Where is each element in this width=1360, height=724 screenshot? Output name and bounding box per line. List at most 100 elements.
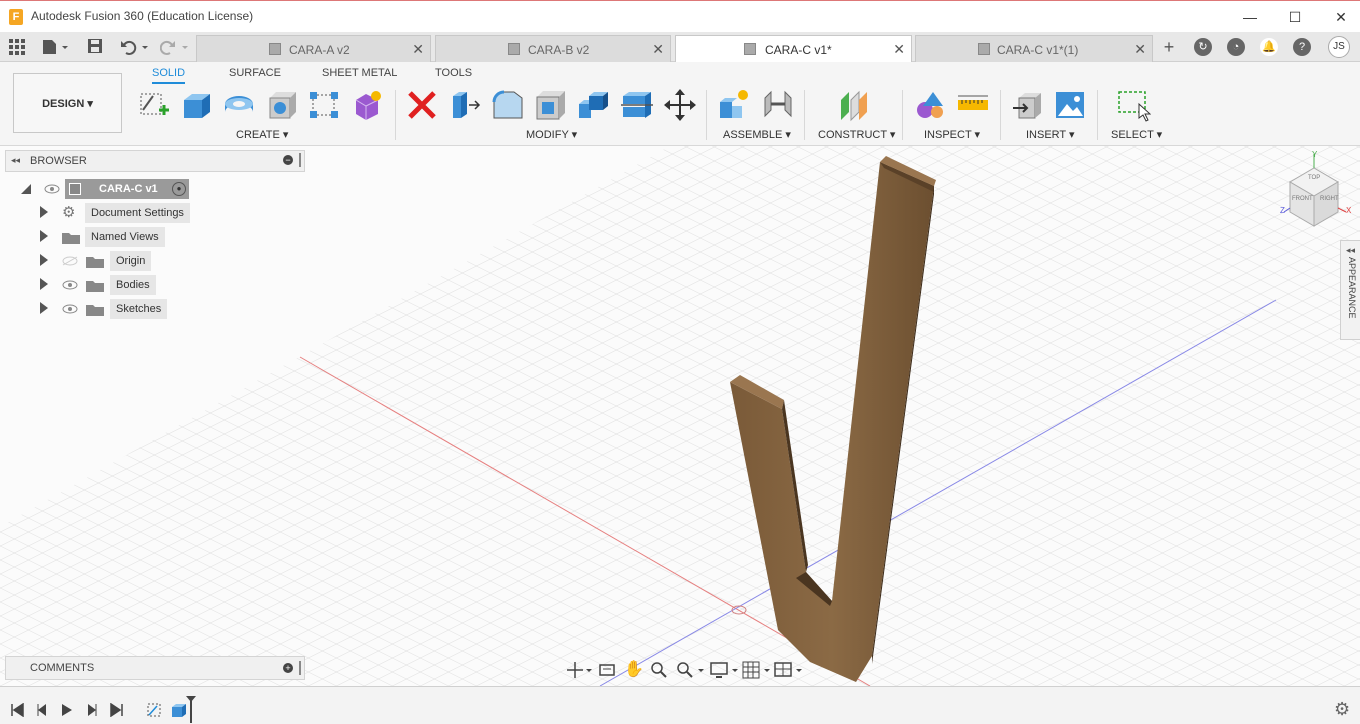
joint-icon[interactable] [761,88,795,122]
close-tab-icon[interactable]: ✕ [893,41,905,58]
visibility-eye-icon[interactable] [62,304,78,314]
minimize-panel-icon[interactable]: − [283,155,293,165]
orbit-icon[interactable] [566,661,592,679]
new-component-icon[interactable] [717,88,751,122]
play-icon[interactable] [60,703,74,717]
hidden-eye-icon[interactable] [62,256,78,266]
ribbon-tab-tools[interactable]: TOOLS [435,67,472,79]
ribbon-tab-sheet-metal[interactable]: SHEET METAL [322,67,397,79]
insert-canvas-icon[interactable] [1053,88,1087,122]
browser-root-row[interactable]: CARA-C v1 ● [20,179,190,199]
construct-group-menu[interactable]: CONSTRUCT ▾ [818,128,895,141]
comments-panel-header[interactable]: COMMENTS + [5,656,305,680]
sync-icon[interactable]: ↻ [1194,38,1212,56]
split-body-icon[interactable] [620,88,654,122]
tab-cara-c-copy[interactable]: CARA-C v1*(1) ✕ [915,35,1153,62]
tab-cara-a[interactable]: CARA-A v2 ✕ [196,35,431,62]
combine-icon[interactable] [577,88,611,122]
step-forward-icon[interactable] [85,703,99,717]
3d-viewport[interactable] [0,146,1360,686]
zoom-icon[interactable] [650,661,668,679]
ribbon-tab-solid[interactable]: SOLID [152,67,186,84]
activate-radio-icon[interactable]: ● [172,182,186,196]
app-grid-icon[interactable] [9,39,25,55]
undo-icon[interactable] [120,39,150,55]
notifications-icon[interactable]: 🔔 [1260,38,1278,56]
expand-arrow-icon[interactable] [40,230,48,242]
go-to-end-icon[interactable] [110,703,124,717]
job-status-icon[interactable]: ◔ [1227,38,1245,56]
offset-plane-icon[interactable] [837,88,871,122]
tab-cara-b[interactable]: CARA-B v2 ✕ [435,35,671,62]
collapse-arrow-icon[interactable] [20,183,32,195]
new-tab-button[interactable]: + [1160,38,1178,56]
appearance-panel-tab[interactable]: ◂◂ APPEARANCE [1340,240,1360,340]
close-tab-icon[interactable]: ✕ [652,41,664,58]
measure-icon[interactable] [956,88,990,122]
timeline-sketch-feature-icon[interactable] [146,702,162,718]
expand-arrow-icon[interactable] [40,302,48,314]
user-avatar[interactable]: JS [1328,36,1350,58]
visibility-eye-icon[interactable] [62,280,78,290]
browser-item-sketches[interactable]: Sketches [40,299,180,319]
step-back-icon[interactable] [35,703,49,717]
pan-hand-icon[interactable]: ✋ [624,659,644,679]
select-group-menu[interactable]: SELECT ▾ [1111,128,1162,141]
expand-arrow-icon[interactable] [40,254,48,266]
create-group-label: CREATE [236,129,280,141]
save-icon[interactable] [88,39,102,53]
assemble-group-menu[interactable]: ASSEMBLE ▾ [723,128,791,141]
insert-group-menu[interactable]: INSERT ▾ [1026,128,1075,141]
close-button[interactable]: ✕ [1331,7,1351,27]
tab-cara-c[interactable]: CARA-C v1* ✕ [675,35,912,63]
add-comment-icon[interactable]: + [283,663,293,673]
workspace-switcher-button[interactable]: DESIGN ▾ [13,73,122,133]
extrude-icon[interactable] [180,88,214,122]
go-to-start-icon[interactable] [10,703,24,717]
revolve-icon[interactable] [222,88,256,122]
collapse-icon[interactable]: ◂◂ [11,155,20,166]
create-form-icon[interactable] [350,88,384,122]
browser-item-document-settings[interactable]: ⚙ Document Settings [40,203,200,223]
browser-panel-header[interactable]: ◂◂ BROWSER − [5,150,305,172]
shell-icon[interactable] [534,88,568,122]
display-settings-inspect-icon[interactable] [913,88,947,122]
pattern-icon[interactable] [307,88,341,122]
file-menu-icon[interactable] [42,39,70,55]
viewports-icon[interactable] [774,661,804,679]
modify-group-menu[interactable]: MODIFY ▾ [526,128,577,141]
expand-arrow-icon[interactable] [40,206,48,218]
grid-settings-icon[interactable] [742,661,772,679]
delete-icon[interactable] [405,88,439,122]
close-tab-icon[interactable]: ✕ [412,41,424,58]
move-copy-icon[interactable] [663,88,697,122]
display-settings-icon[interactable] [710,661,740,679]
visibility-eye-icon[interactable] [44,184,60,194]
view-cube[interactable]: TOP FRONT RIGHT Y Z X [1278,150,1354,230]
create-sketch-icon[interactable] [137,88,171,122]
browser-item-bodies[interactable]: Bodies [40,275,160,295]
inspect-group-menu[interactable]: INSPECT ▾ [924,128,980,141]
press-pull-icon[interactable] [447,88,481,122]
minimize-button[interactable]: — [1240,7,1260,27]
create-group-menu[interactable]: CREATE ▾ [236,128,288,141]
fillet-icon[interactable] [491,88,525,122]
browser-item-named-views[interactable]: Named Views [40,227,170,247]
select-window-icon[interactable] [1117,88,1151,122]
panel-grip[interactable] [299,153,301,167]
ribbon-tab-surface[interactable]: SURFACE [229,67,281,79]
look-at-icon[interactable] [598,661,616,679]
timeline-settings-gear-icon[interactable]: ⚙ [1334,699,1350,720]
redo-icon[interactable] [159,39,190,55]
fit-zoom-icon[interactable] [676,661,706,679]
hole-icon[interactable] [266,88,300,122]
help-icon[interactable]: ? [1293,38,1311,56]
timeline-marker[interactable] [185,695,197,723]
close-tab-icon[interactable]: ✕ [1134,41,1146,58]
browser-item-origin[interactable]: Origin [40,251,160,271]
expand-arrow-icon[interactable] [40,278,48,290]
root-component-label[interactable]: CARA-C v1 [65,179,189,199]
maximize-button[interactable]: ☐ [1285,7,1305,27]
insert-derive-icon[interactable] [1011,88,1045,122]
panel-grip[interactable] [299,661,301,675]
